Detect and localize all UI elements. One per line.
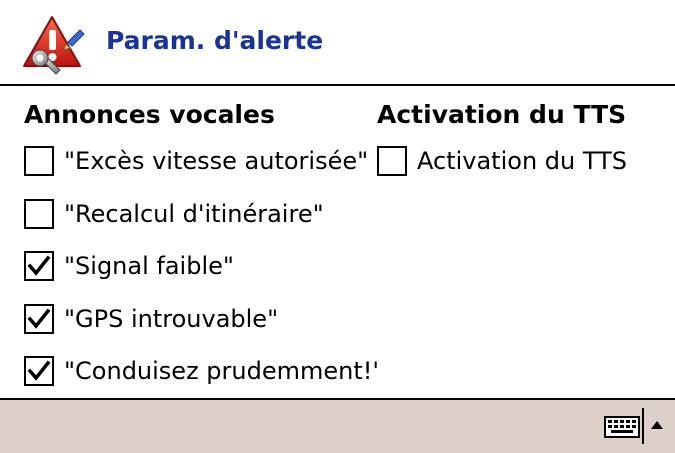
check-mark-icon <box>27 255 51 276</box>
taskbar-separator <box>642 408 644 444</box>
header-bar: Param. d'alerte <box>0 0 675 86</box>
checkbox-label: Activation du TTS <box>417 147 627 175</box>
voice-announcement-option[interactable]: "Signal faible" <box>24 249 234 283</box>
voice-announcement-option[interactable]: "Recalcul d'itinéraire" <box>24 197 324 231</box>
voice-announcement-option[interactable]: "GPS introuvable" <box>24 302 278 336</box>
checkbox-label: "GPS introuvable" <box>64 304 279 333</box>
checkbox-label: "Signal faible" <box>64 252 234 280</box>
tts-option[interactable]: Activation du TTS <box>377 144 627 178</box>
checkbox[interactable] <box>377 146 407 176</box>
voice-announcement-option[interactable]: "Conduisez prudemment!' <box>24 354 379 388</box>
voice-announcement-option[interactable]: "Excès vitesse autorisée" <box>24 144 368 178</box>
tts-activation-heading: Activation du TTS <box>377 100 627 129</box>
alert-settings-window: Param. d'alerte Annonces vocales Activat… <box>0 0 675 453</box>
checkbox[interactable] <box>24 251 54 281</box>
keyboard-icon[interactable] <box>604 416 640 438</box>
taskbar <box>0 398 675 453</box>
checkbox-label: "Conduisez prudemment!' <box>64 357 379 385</box>
check-mark-icon <box>27 360 51 381</box>
checkbox[interactable] <box>24 198 54 229</box>
alert-settings-icon <box>23 16 85 75</box>
checkbox[interactable] <box>24 303 54 334</box>
checkbox-label: "Excès vitesse autorisée" <box>64 147 369 175</box>
checkbox[interactable] <box>24 356 54 386</box>
checkbox[interactable] <box>24 146 54 176</box>
check-mark-icon <box>27 308 51 329</box>
page-title: Param. d'alerte <box>106 26 324 55</box>
voice-announcements-heading: Annonces vocales <box>24 100 275 129</box>
checkbox-label: "Recalcul d'itinéraire" <box>64 199 324 228</box>
up-arrow-icon[interactable] <box>649 418 665 432</box>
